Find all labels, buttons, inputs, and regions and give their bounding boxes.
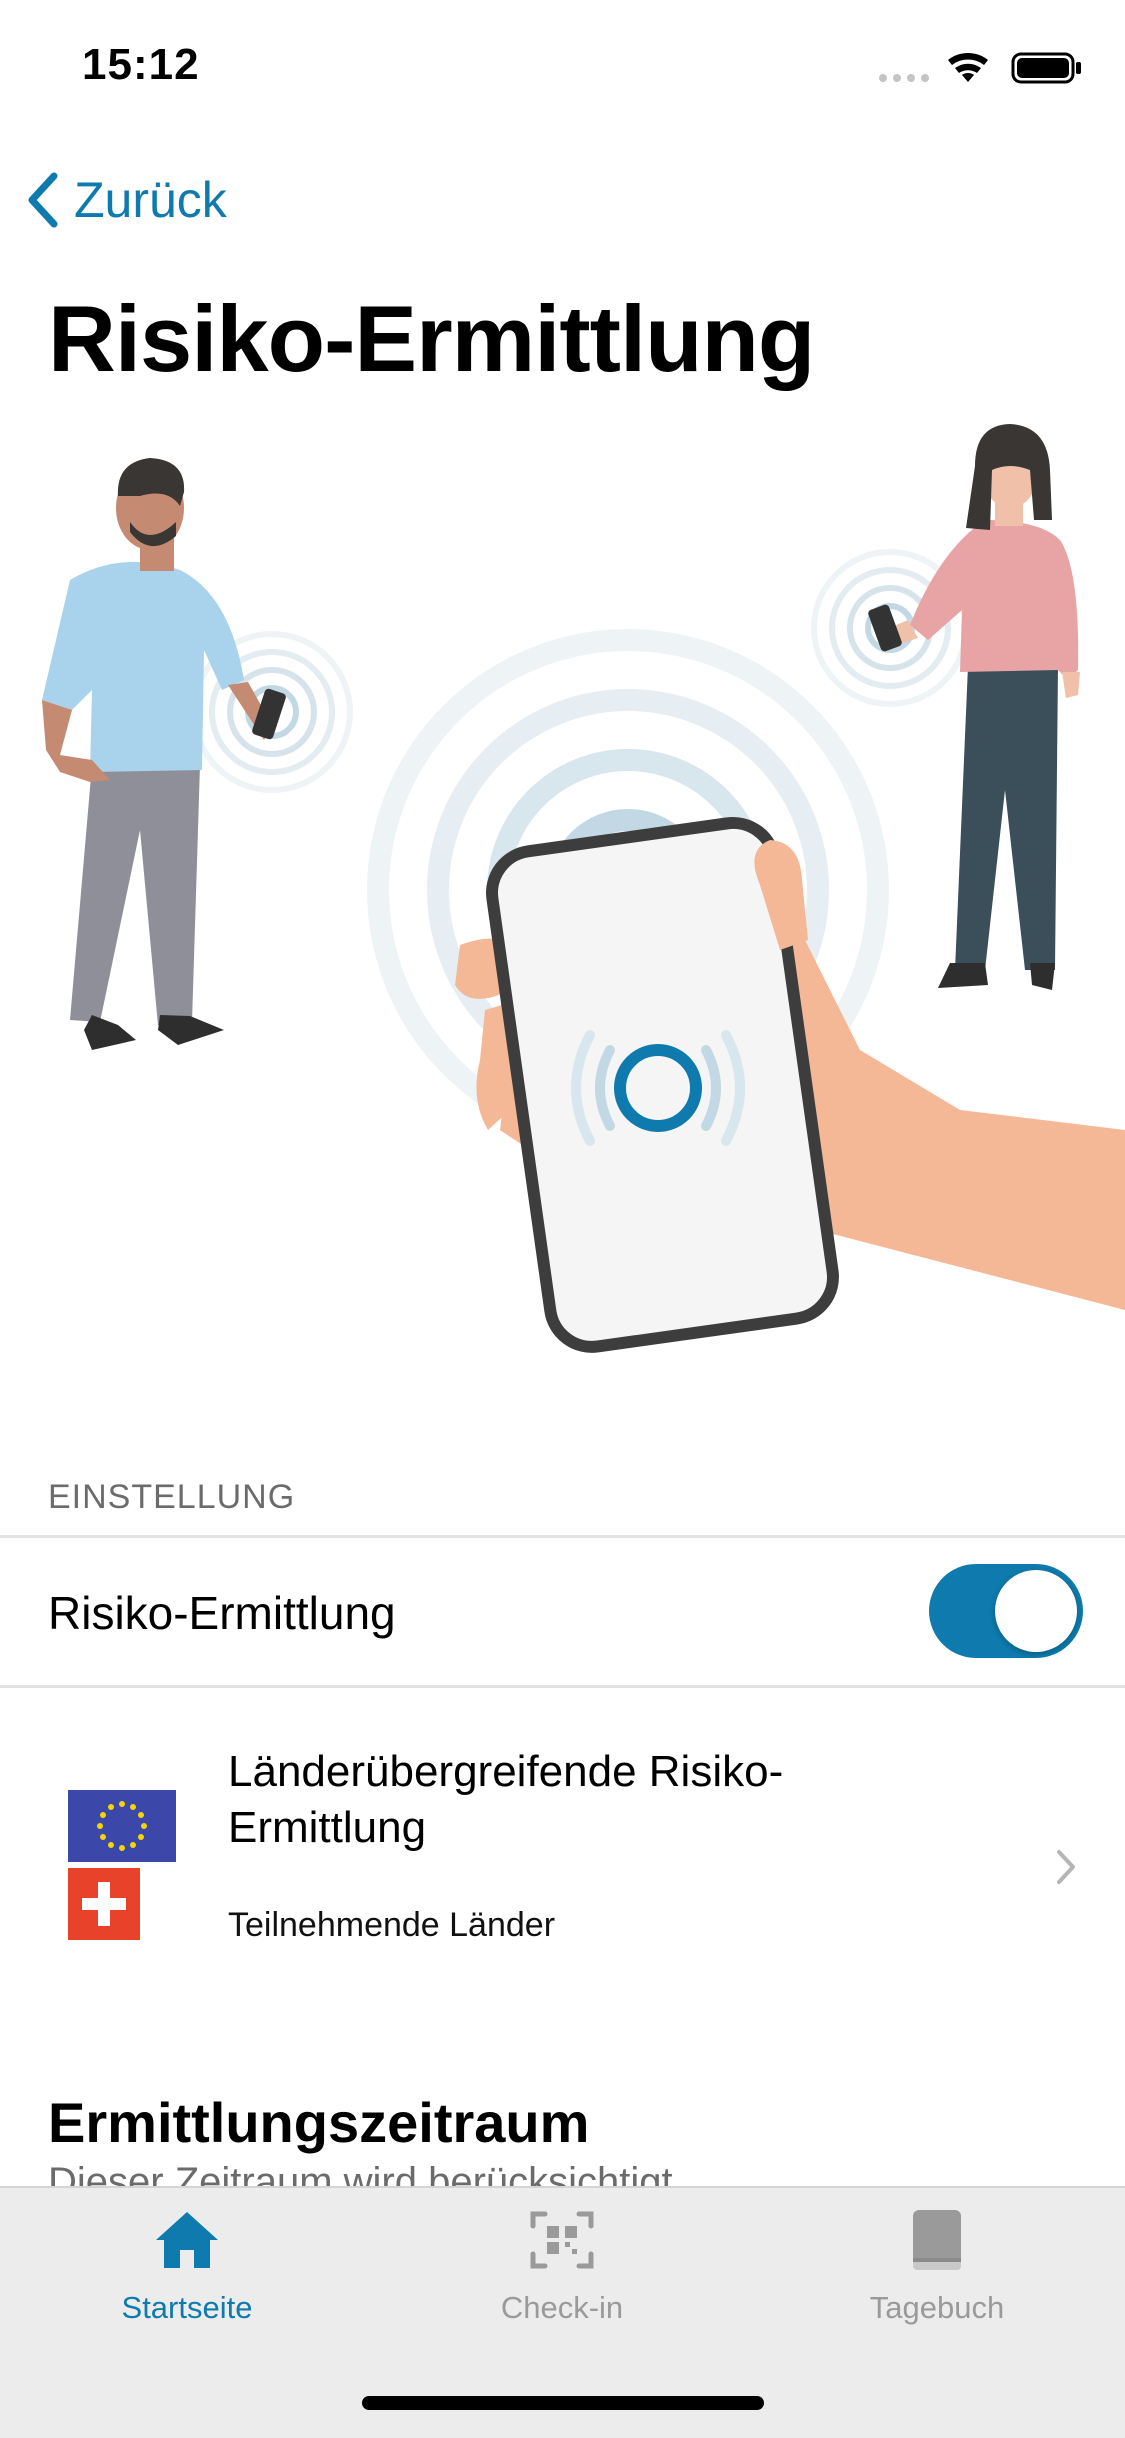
- risk-detection-toggle[interactable]: [929, 1564, 1083, 1658]
- eu-flag-icon: [68, 1790, 176, 1862]
- status-time: 15:12: [82, 40, 200, 89]
- tab-label-check-in: Check-in: [500, 2290, 624, 2325]
- risk-detection-label: Risiko-Ermittlung: [48, 1587, 396, 1639]
- toggle-knob: [995, 1570, 1077, 1652]
- back-button[interactable]: Zurück: [24, 165, 227, 235]
- tracing-illustration: [42, 424, 1125, 1353]
- book-icon: [913, 2210, 961, 2270]
- page-title: Risiko-Ermittlung: [48, 286, 815, 391]
- period-section-title: Ermittlungszeitraum: [48, 2091, 590, 2154]
- home-icon: [156, 2212, 218, 2268]
- back-label: Zurück: [74, 172, 227, 228]
- wifi-icon: [948, 52, 988, 82]
- status-icons: [879, 52, 1081, 84]
- risk-detection-row: Risiko-Ermittlung: [0, 1538, 1125, 1684]
- tab-check-in[interactable]: Check-in: [437, 2208, 687, 2358]
- international-tracing-title: Länderübergreifende Risiko-Ermittlung: [228, 1747, 784, 1852]
- man-figure: [42, 458, 286, 1050]
- section-header-settings: EINSTELLUNG: [48, 1478, 296, 1516]
- status-bar: 15:12: [0, 0, 1125, 140]
- participating-countries-label: Teilnehmende Länder: [228, 1906, 556, 1944]
- tab-label-tagebuch: Tagebuch: [869, 2290, 1005, 2325]
- woman-figure: [868, 424, 1080, 990]
- chevron-right-icon: [1057, 1850, 1075, 1884]
- tab-startseite[interactable]: Startseite: [62, 2208, 312, 2358]
- battery-icon: [1011, 52, 1081, 84]
- tab-tagebuch[interactable]: Tagebuch: [812, 2208, 1062, 2358]
- qr-code-icon: [530, 2211, 594, 2269]
- international-tracing-row[interactable]: Länderübergreifende Risiko-Ermittlung Te…: [0, 1690, 1125, 1950]
- divider: [0, 1685, 1125, 1688]
- swiss-flag-icon: [68, 1868, 140, 1940]
- chevron-left-icon: [28, 172, 58, 228]
- tab-label-startseite: Startseite: [121, 2290, 253, 2325]
- home-indicator: [362, 2396, 764, 2410]
- signal-icon: [879, 74, 929, 82]
